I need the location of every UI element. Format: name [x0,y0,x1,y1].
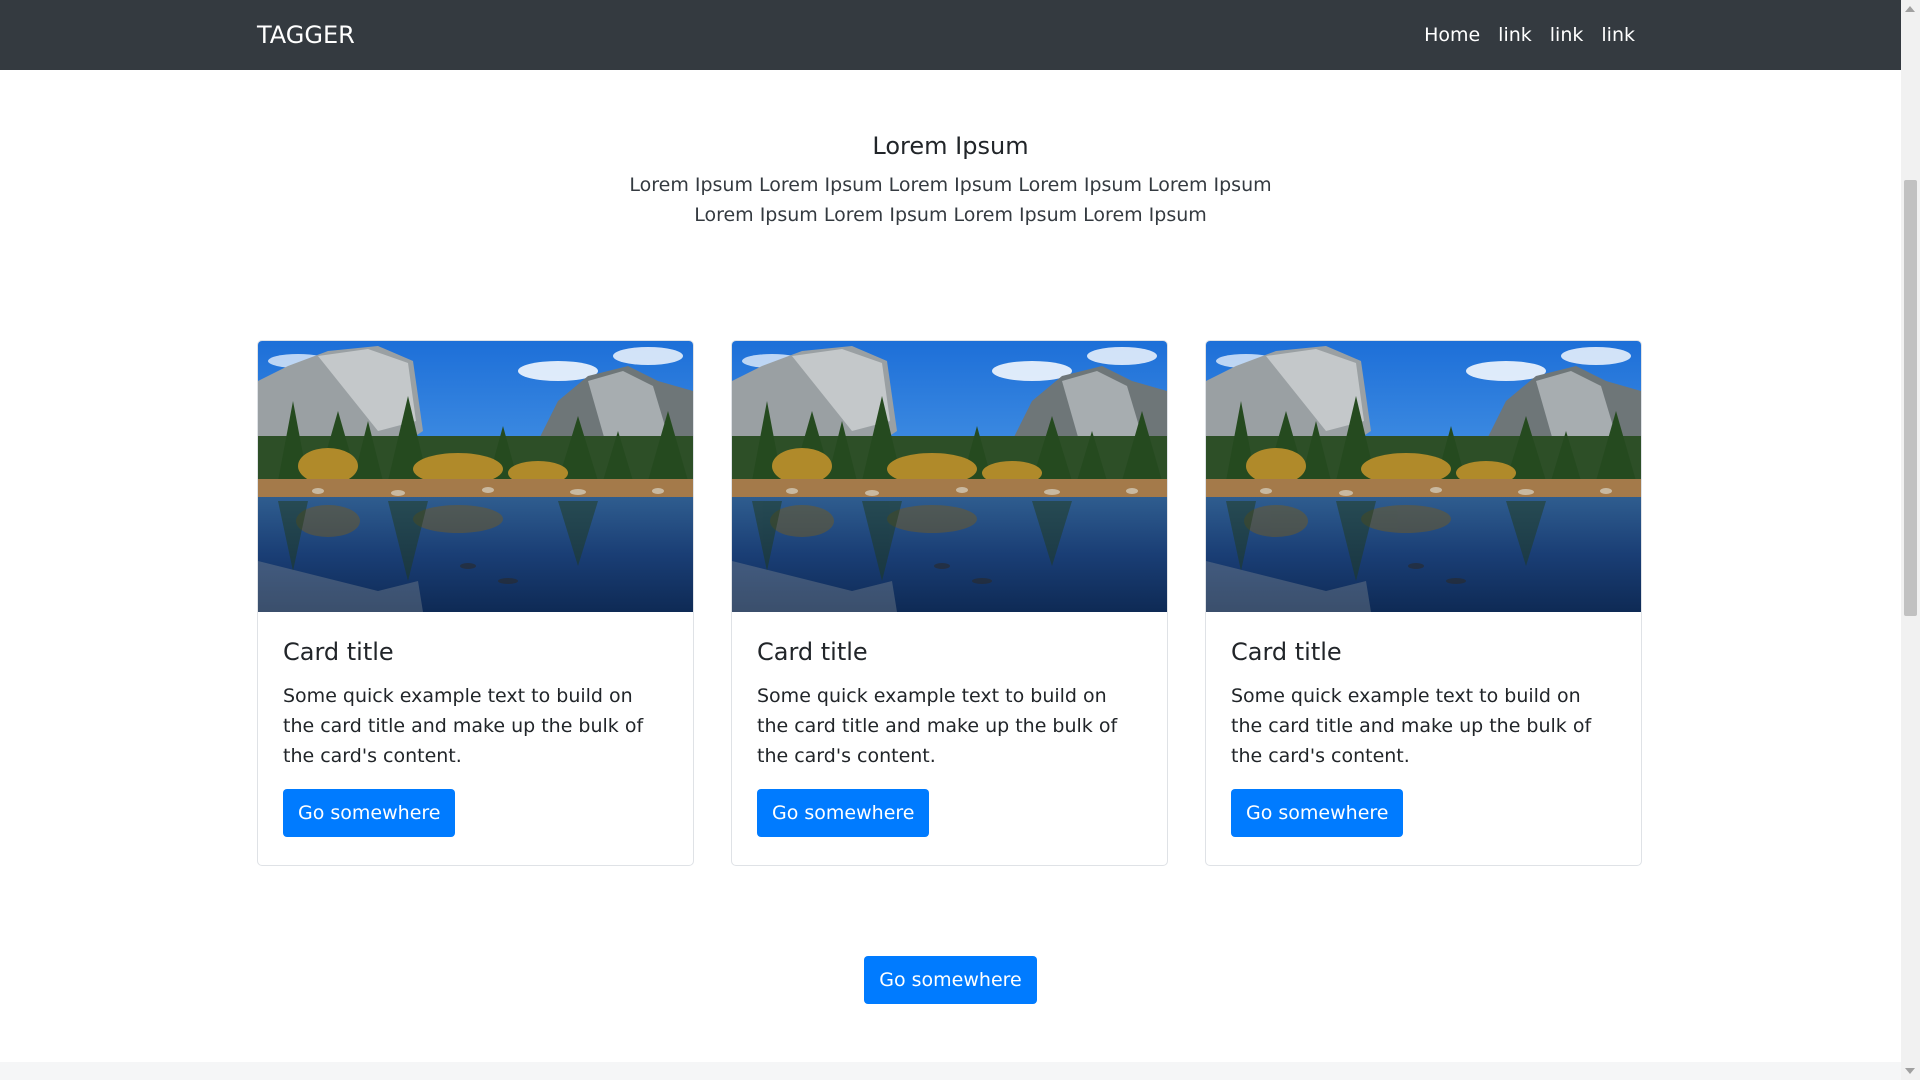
card-text: Some quick example text to build on the … [757,685,1118,767]
landscape-photo-icon [732,341,1167,612]
card-text: Some quick example text to build on the … [1231,685,1592,767]
nav-links: Home link link link [1424,21,1635,49]
card-3-go-button[interactable]: Go somewhere [1231,789,1404,837]
card-1-go-button[interactable]: Go somewhere [283,789,456,837]
card-title: Card title [283,638,394,666]
card-title: Card title [1231,638,1342,666]
card-deck: Card title Some quick example text to bu… [257,340,1642,866]
navbar: TAGGER Home link link link [0,0,1901,70]
landscape-photo-icon [258,341,693,612]
nav-link-3[interactable]: link [1601,21,1635,49]
card-2-go-button[interactable]: Go somewhere [757,789,930,837]
viewport: TAGGER Home link link link Lorem Ipsum L… [0,0,1901,1080]
hero-text: Lorem Ipsum Lorem Ipsum Lorem Ipsum Lore… [629,174,1272,226]
card-title: Card title [757,638,868,666]
vertical-scrollbar[interactable] [1901,0,1920,1080]
nav-link-home[interactable]: Home [1424,21,1480,49]
scroll-up-icon[interactable] [1905,6,1915,12]
footer-strip [0,1062,1901,1080]
card-3: Card title Some quick example text to bu… [1205,340,1642,866]
nav-link-2[interactable]: link [1550,21,1584,49]
landscape-photo-icon [1206,341,1641,612]
bottom-go-button[interactable]: Go somewhere [864,956,1037,1004]
scroll-down-icon[interactable] [1905,1068,1915,1074]
card-2: Card title Some quick example text to bu… [731,340,1168,866]
card-body: Card title Some quick example text to bu… [258,612,693,861]
bottom-button-wrap: Go somewhere [0,956,1901,1004]
card-1: Card title Some quick example text to bu… [257,340,694,866]
scrollbar-thumb[interactable] [1904,180,1917,616]
hero-title: Lorem Ipsum [872,132,1029,160]
brand-logo-link[interactable]: TAGGER [257,19,355,51]
card-body: Card title Some quick example text to bu… [1206,612,1641,861]
nav-link-1[interactable]: link [1498,21,1532,49]
page: TAGGER Home link link link Lorem Ipsum L… [0,0,1920,1080]
card-body: Card title Some quick example text to bu… [732,612,1167,861]
hero-section: Lorem Ipsum Lorem Ipsum Lorem Ipsum Lore… [0,128,1901,230]
card-text: Some quick example text to build on the … [283,685,644,767]
